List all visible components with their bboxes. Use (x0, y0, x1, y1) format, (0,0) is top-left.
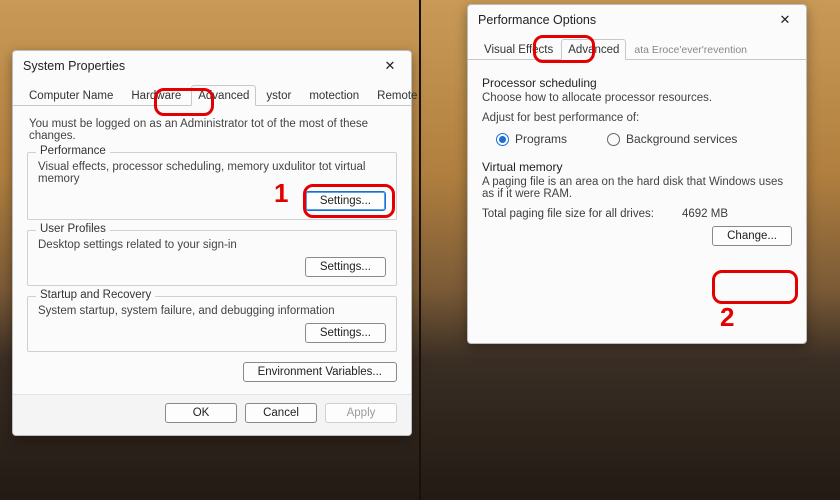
system-properties-dialog: System Properties ✕ Computer Name Hardwa… (12, 50, 412, 436)
apply-button[interactable]: Apply (325, 403, 397, 423)
change-button[interactable]: Change... (712, 226, 792, 246)
close-icon[interactable]: ✕ (377, 55, 403, 77)
ok-button[interactable]: OK (165, 403, 237, 423)
processor-scheduling-head: Processor scheduling (482, 76, 792, 90)
performance-group: Performance Visual effects, processor sc… (27, 152, 397, 220)
startup-recovery-settings-button[interactable]: Settings... (305, 323, 386, 343)
radio-programs[interactable]: Programs (496, 132, 567, 146)
window-title: System Properties (23, 59, 125, 73)
paging-file-value: 4692 MB (682, 208, 728, 220)
startup-recovery-group: Startup and Recovery System startup, sys… (27, 296, 397, 352)
user-profiles-desc: Desktop settings related to your sign-in (38, 239, 386, 251)
user-profiles-title: User Profiles (36, 223, 110, 235)
virtual-memory-desc: A paging file is an area on the hard dis… (482, 176, 792, 200)
window-title: Performance Options (478, 13, 596, 27)
startup-recovery-desc: System startup, system failure, and debu… (38, 305, 386, 317)
image-divider (419, 0, 421, 500)
tab-row: Computer Name Hardware Advanced ystor mo… (13, 81, 411, 106)
scheduling-radio-row: Programs Background services (496, 132, 792, 146)
adjust-label: Adjust for best performance of: (482, 112, 792, 124)
close-icon[interactable]: ✕ (772, 9, 798, 31)
tab-remote[interactable]: Remote (371, 86, 423, 105)
admin-note: You must be logged on as an Administrato… (29, 118, 395, 142)
titlebar: System Properties ✕ (13, 51, 411, 81)
tab-advanced[interactable]: Advanced (191, 85, 256, 106)
paging-file-row: Total paging file size for all drives: 4… (482, 208, 792, 220)
radio-background-services[interactable]: Background services (607, 132, 737, 146)
processor-scheduling-sub: Choose how to allocate processor resourc… (482, 92, 792, 104)
user-profiles-settings-button[interactable]: Settings... (305, 257, 386, 277)
virtual-memory-head: Virtual memory (482, 160, 792, 174)
radio-programs-label: Programs (515, 132, 567, 146)
tab-advanced[interactable]: Advanced (561, 39, 626, 60)
titlebar: Performance Options ✕ (468, 5, 806, 35)
radio-icon (607, 133, 620, 146)
dialog-body: You must be logged on as an Administrato… (13, 106, 411, 394)
performance-settings-button[interactable]: Settings... (305, 191, 386, 211)
radio-icon (496, 133, 509, 146)
paging-file-label: Total paging file size for all drives: (482, 208, 682, 220)
performance-title: Performance (36, 145, 110, 157)
tab-visual-effects[interactable]: Visual Effects (478, 40, 559, 59)
performance-options-dialog: Performance Options ✕ Visual Effects Adv… (467, 4, 807, 344)
tab-motection[interactable]: motection (303, 86, 365, 105)
performance-desc: Visual effects, processor scheduling, me… (38, 161, 386, 185)
dialog-body: Processor scheduling Choose how to alloc… (468, 60, 806, 252)
tab-computer-name[interactable]: Computer Name (23, 86, 119, 105)
tab-hardware[interactable]: Hardware (125, 86, 187, 105)
tab-system-protection[interactable]: ystor (260, 86, 297, 105)
startup-recovery-title: Startup and Recovery (36, 289, 155, 301)
cancel-button[interactable]: Cancel (245, 403, 317, 423)
dialog-footer: OK Cancel Apply (13, 394, 411, 435)
user-profiles-group: User Profiles Desktop settings related t… (27, 230, 397, 286)
environment-variables-button[interactable]: Environment Variables... (243, 362, 397, 382)
tab-dep[interactable]: ata Eroce'ever'revention (628, 40, 753, 59)
radio-background-label: Background services (626, 132, 737, 146)
tab-row: Visual Effects Advanced ata Eroce'ever'r… (468, 35, 806, 60)
